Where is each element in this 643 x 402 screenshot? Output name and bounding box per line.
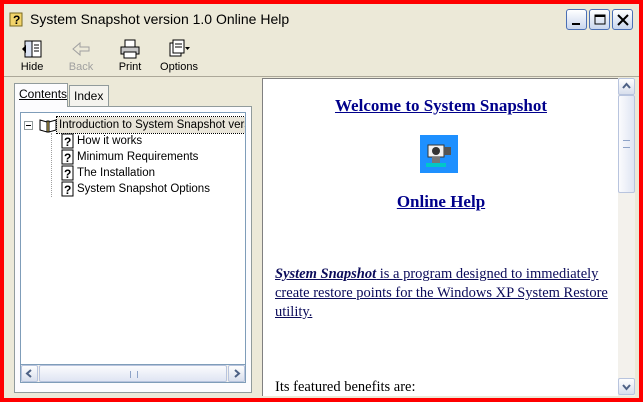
vertical-scrollbar[interactable] [618, 78, 635, 396]
toolbar: Hide Back Print Options [4, 34, 639, 77]
tree-item-label: Minimum Requirements [77, 151, 199, 163]
printer-icon [120, 39, 140, 59]
contents-tree[interactable]: Introduction to System Snapshot versio ?… [20, 112, 246, 365]
tree-connector [51, 133, 52, 197]
contents-panel: Introduction to System Snapshot versio ?… [14, 106, 252, 393]
hide-button[interactable]: Hide [16, 37, 48, 75]
svg-text:?: ? [64, 183, 71, 197]
tab-index[interactable]: Index [69, 85, 109, 106]
tree-root-label: Introduction to System Snapshot versio [55, 116, 245, 134]
tree-item[interactable]: ? System Snapshot Options [61, 181, 212, 197]
tree-item[interactable]: ? The Installation [61, 165, 157, 181]
help-window: ? System Snapshot version 1.0 Online Hel… [4, 4, 639, 398]
tree-item-label: The Installation [77, 167, 155, 179]
print-button[interactable]: Print [114, 37, 146, 75]
back-arrow-icon [72, 41, 90, 57]
close-button[interactable] [612, 9, 633, 30]
tree-item-label: How it works [77, 135, 143, 147]
maximize-icon [594, 14, 606, 25]
benefits-heading: Its featured benefits are: [275, 379, 416, 395]
tree-root-item[interactable]: Introduction to System Snapshot versio [39, 116, 245, 134]
tree-item[interactable]: ? Minimum Requirements [61, 149, 200, 165]
horizontal-scrollbar[interactable] [20, 365, 246, 383]
window-title: System Snapshot version 1.0 Online Help [30, 11, 290, 27]
intro-brand: System Snapshot [275, 266, 377, 282]
help-question-icon: ? [9, 12, 23, 27]
options-icon [169, 39, 190, 57]
tree-item-label: System Snapshot Options [77, 183, 210, 195]
options-label: Options [160, 61, 198, 73]
title-bar[interactable]: ? System Snapshot version 1.0 Online Hel… [4, 4, 639, 34]
close-icon [617, 14, 629, 26]
collapse-toggle[interactable] [24, 121, 33, 130]
svg-text:?: ? [64, 167, 71, 181]
scroll-up-button[interactable] [618, 78, 635, 95]
topic-question-icon: ? [61, 181, 74, 197]
help-content: Welcome to System Snapshot Online Help S… [262, 78, 618, 396]
minimize-button[interactable] [566, 9, 587, 30]
print-label: Print [118, 61, 142, 73]
scroll-right-button[interactable] [228, 365, 245, 382]
scroll-grip-icon [623, 140, 630, 148]
back-button[interactable]: Back [65, 37, 97, 75]
tab-contents[interactable]: Contents [14, 83, 68, 107]
topic-question-icon: ? [61, 165, 74, 181]
topic-question-icon: ? [61, 133, 74, 149]
camera-logo-icon [420, 135, 458, 173]
navigation-pane: Contents Index Introduction to System Sn… [8, 77, 257, 396]
topic-question-icon: ? [61, 149, 74, 165]
hide-pane-icon [22, 40, 42, 58]
chevron-right-icon [234, 369, 241, 378]
chevron-up-icon [622, 82, 631, 89]
minimize-icon [572, 23, 580, 25]
scroll-down-button[interactable] [618, 378, 635, 395]
scroll-left-button[interactable] [21, 365, 38, 382]
tab-index-label: Index [74, 89, 104, 103]
intro-paragraph: System Snapshot is a program designed to… [275, 265, 615, 322]
open-book-icon [39, 119, 57, 133]
options-button[interactable]: Options [157, 37, 201, 75]
hide-label: Hide [20, 61, 44, 73]
vertical-scroll-thumb[interactable] [618, 95, 635, 193]
horizontal-scroll-thumb[interactable] [39, 365, 227, 382]
svg-text:?: ? [64, 151, 71, 165]
online-help-heading[interactable]: Online Help [263, 192, 618, 212]
svg-text:?: ? [13, 13, 20, 27]
chevron-down-icon [622, 384, 631, 391]
maximize-button[interactable] [589, 9, 610, 30]
tree-item[interactable]: ? How it works [61, 133, 144, 149]
svg-text:?: ? [64, 135, 71, 149]
chevron-left-icon [25, 369, 32, 378]
welcome-heading[interactable]: Welcome to System Snapshot [263, 96, 618, 116]
back-label: Back [68, 61, 94, 73]
tab-contents-label: Contents [19, 87, 68, 101]
scroll-grip-icon [130, 371, 138, 378]
